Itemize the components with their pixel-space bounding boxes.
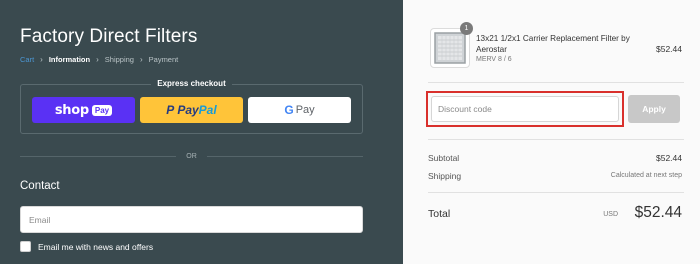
- breadcrumb-shipping: Shipping: [104, 55, 134, 64]
- quantity-badge: 1: [460, 22, 473, 35]
- divider: [428, 192, 684, 193]
- checkout-main-panel: Factory Direct Filters Cart › Informatio…: [0, 0, 403, 264]
- paypal-logo: PayPal: [177, 103, 217, 117]
- product-name: 13x21 1/2x1 Carrier Replacement Filter b…: [476, 34, 630, 54]
- breadcrumb-cart[interactable]: Cart: [20, 55, 34, 64]
- shop-pay-logo: shop: [54, 102, 89, 118]
- newsletter-option[interactable]: Email me with news and offers: [20, 241, 153, 252]
- shop-pay-button[interactable]: shop Pay: [32, 97, 135, 123]
- shop-pay-badge: Pay: [91, 104, 113, 116]
- chevron-right-icon: ›: [139, 55, 143, 64]
- filter-image: [434, 32, 466, 64]
- express-checkout-label: Express checkout: [151, 79, 232, 88]
- contact-heading: Contact: [20, 180, 60, 192]
- order-summary-panel: 1 13x21 1/2x1 Carrier Replacement Filter…: [403, 0, 700, 264]
- total-value: $52.44: [634, 204, 682, 221]
- apply-discount-button[interactable]: Apply: [628, 95, 680, 123]
- divider: [428, 82, 684, 83]
- newsletter-label: Email me with news and offers: [38, 241, 154, 252]
- discount-code-input[interactable]: [431, 96, 619, 122]
- google-g-icon: G: [284, 103, 294, 117]
- store-title: Factory Direct Filters: [20, 26, 198, 47]
- shipping-value: Calculated at next step: [610, 172, 682, 179]
- shipping-label: Shipping: [428, 171, 462, 181]
- or-divider: OR: [20, 150, 363, 162]
- chevron-right-icon: ›: [96, 55, 99, 64]
- breadcrumb: Cart › Information › Shipping › Payment: [20, 55, 178, 64]
- paypal-icon: P: [166, 103, 175, 117]
- or-label: OR: [186, 152, 197, 160]
- subtotal-label: Subtotal: [428, 153, 460, 163]
- breadcrumb-payment: Payment: [148, 55, 179, 64]
- total-label: Total: [428, 208, 451, 220]
- divider: [428, 139, 684, 140]
- discount-highlight: [426, 91, 624, 127]
- google-pay-label: Pay: [295, 104, 315, 116]
- product-price: $52.44: [656, 44, 682, 54]
- express-checkout-box: Express checkout shop Pay P PayPal G Pay: [20, 79, 363, 134]
- subtotal-value: $52.44: [656, 153, 682, 163]
- total-currency: USD: [603, 211, 618, 218]
- newsletter-checkbox[interactable]: [20, 241, 31, 252]
- chevron-right-icon: ›: [40, 55, 43, 64]
- breadcrumb-information: Information: [48, 55, 91, 64]
- product-variant: MERV 8 / 6: [476, 56, 512, 63]
- paypal-button[interactable]: P PayPal: [140, 97, 243, 123]
- email-field[interactable]: [20, 206, 363, 233]
- google-pay-button[interactable]: G Pay: [248, 97, 351, 123]
